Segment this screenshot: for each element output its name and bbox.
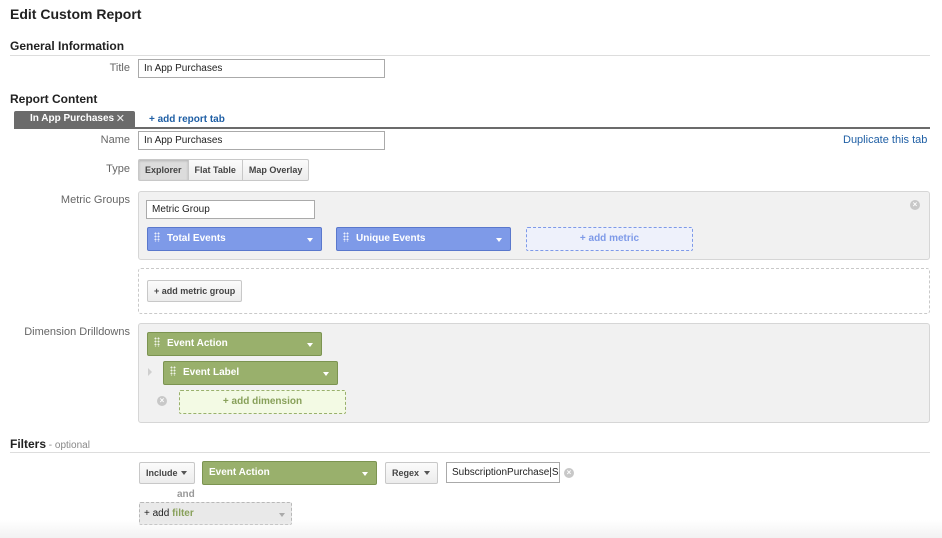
filter-match-label: Regex <box>392 468 420 478</box>
remove-icon[interactable]: × <box>564 468 574 478</box>
filters-heading: Filters - optional <box>10 437 90 451</box>
dimension-drilldowns-label: Dimension Drilldowns <box>24 326 130 338</box>
report-content-heading: Report Content <box>10 92 98 106</box>
duplicate-tab-link[interactable]: Duplicate this tab <box>843 134 927 146</box>
dimension-chip-label: Event Label <box>183 367 240 378</box>
add-metric-group-button[interactable]: + add metric group <box>147 280 243 302</box>
filter-include-label: Include <box>146 468 178 478</box>
metric-chip-label: Total Events <box>167 233 226 244</box>
chevron-down-icon[interactable] <box>323 372 329 376</box>
general-information-divider <box>10 55 930 56</box>
chevron-down-icon[interactable] <box>307 343 313 347</box>
dimension-chip-event-action[interactable]: Event Action <box>147 332 322 356</box>
general-information-heading: General Information <box>10 39 125 53</box>
name-input[interactable]: In App Purchases <box>138 131 385 150</box>
dimension-chip-event-label[interactable]: Event Label <box>163 361 338 385</box>
bottom-fade <box>0 520 942 538</box>
drag-handle-icon[interactable] <box>154 232 160 243</box>
filter-value-input[interactable]: SubscriptionPurchase|Si <box>446 462 560 483</box>
page-title: Edit Custom Report <box>10 6 142 22</box>
chevron-down-icon <box>424 471 430 475</box>
tab-in-app-purchases[interactable]: In App Purchases ✕ <box>14 111 135 127</box>
filter-match-type-select[interactable]: Regex <box>385 462 438 484</box>
type-flat-table-button[interactable]: Flat Table <box>187 159 243 181</box>
chevron-down-icon[interactable] <box>307 238 313 242</box>
add-report-tab-link[interactable]: + add report tab <box>149 114 225 125</box>
type-map-overlay-button[interactable]: Map Overlay <box>241 159 310 181</box>
type-label: Type <box>106 163 130 175</box>
expand-arrow-icon <box>148 368 152 376</box>
type-explorer-button[interactable]: Explorer <box>138 159 189 181</box>
chevron-down-icon[interactable] <box>496 238 502 242</box>
metric-chip-unique-events[interactable]: Unique Events <box>336 227 511 251</box>
name-label: Name <box>100 134 130 146</box>
title-input[interactable]: In App Purchases <box>138 59 385 78</box>
remove-icon[interactable]: × <box>157 396 167 406</box>
add-filter-prefix: + add <box>144 508 173 519</box>
tab-bar-divider <box>14 127 930 129</box>
drag-handle-icon[interactable] <box>154 337 160 348</box>
filters-optional-note: - optional <box>46 440 90 451</box>
filter-dimension-select[interactable]: Event Action <box>202 461 377 485</box>
drag-handle-icon[interactable] <box>170 366 176 377</box>
add-dimension-button[interactable]: + add dimension <box>179 390 346 414</box>
metric-groups-label: Metric Groups <box>60 194 130 206</box>
remove-icon[interactable]: × <box>910 200 920 210</box>
filter-include-select[interactable]: Include <box>139 462 195 484</box>
drag-handle-icon[interactable] <box>343 232 349 243</box>
filter-dimension-label: Event Action <box>209 467 270 478</box>
metric-chip-total-events[interactable]: Total Events <box>147 227 322 251</box>
filters-title: Filters <box>10 437 47 451</box>
close-icon[interactable]: ✕ <box>116 111 125 127</box>
chevron-down-icon <box>279 513 285 517</box>
add-metric-button[interactable]: + add metric <box>526 227 693 251</box>
metric-group-name-input[interactable]: Metric Group <box>146 200 315 219</box>
add-filter-word: filter <box>172 508 194 519</box>
tab-label: In App Purchases <box>30 113 115 124</box>
metric-chip-label: Unique Events <box>356 233 426 244</box>
dimension-chip-label: Event Action <box>167 338 228 349</box>
report-type-selector: Explorer Flat Table Map Overlay <box>138 159 310 181</box>
add-metric-group-area <box>138 268 930 314</box>
title-label: Title <box>109 62 130 74</box>
filter-and-label: and <box>177 489 195 500</box>
chevron-down-icon <box>362 472 368 476</box>
chevron-down-icon <box>181 471 187 475</box>
filters-divider <box>10 452 930 453</box>
